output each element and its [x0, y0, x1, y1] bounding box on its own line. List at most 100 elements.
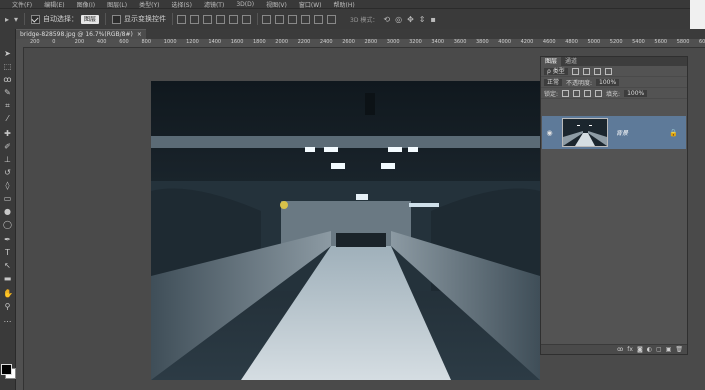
new-layer-icon[interactable]: ▣	[666, 346, 672, 353]
distribute-top-icon[interactable]	[262, 14, 272, 24]
vertical-ruler	[16, 47, 24, 390]
align-left-icon[interactable]	[216, 14, 226, 24]
ruler-tick-label: 2600	[342, 39, 355, 45]
ruler-tick-label: 5200	[609, 39, 623, 45]
type-tool-icon[interactable]: T	[3, 248, 12, 257]
blend-mode-select[interactable]: 正常	[544, 78, 563, 86]
ruler-tick-label: 3400	[431, 39, 445, 45]
fx-icon[interactable]: fx	[627, 346, 633, 353]
ruler-tick-label: 2400	[319, 39, 333, 45]
3d-slide-icon[interactable]: ⇕	[419, 15, 426, 24]
fill-input[interactable]: 100%	[624, 89, 648, 97]
type-filter-icon[interactable]	[593, 67, 601, 75]
3d-scale-icon[interactable]: ▪	[431, 15, 436, 24]
ruler-tick-label: 3200	[409, 39, 422, 45]
document-tab[interactable]: bridge-828598.jpg @ 16.7%(RGB/8#) ×	[16, 29, 146, 39]
distribute-left-icon[interactable]	[301, 14, 311, 24]
distribute-middle-icon[interactable]	[275, 14, 285, 24]
adjustment-filter-icon[interactable]	[582, 67, 590, 75]
brush-tool-icon[interactable]: ✐	[3, 142, 12, 151]
distribute-right-icon[interactable]	[327, 14, 337, 24]
blur-tool-icon[interactable]: ●	[3, 207, 12, 216]
adjustment-layer-icon[interactable]: ◐	[647, 346, 652, 353]
ruler-tick-label: 800	[141, 39, 152, 45]
ruler-tick-label: 5400	[632, 39, 645, 45]
rectangle-tool-icon[interactable]: ▬	[3, 274, 12, 283]
history-brush-tool-icon[interactable]: ↺	[3, 168, 12, 177]
distribute-bottom-icon[interactable]	[288, 14, 298, 24]
opacity-label: 不透明度:	[566, 79, 593, 87]
add-mask-icon[interactable]: ◙	[637, 346, 643, 353]
show-transform-option[interactable]: 显示变换控件	[112, 14, 166, 24]
quick-select-tool-icon[interactable]: ✎	[3, 88, 12, 97]
link-layers-icon[interactable]: ꝏ	[617, 346, 623, 353]
tab-layers[interactable]: 图层	[541, 57, 562, 66]
shape-filter-icon[interactable]	[604, 67, 612, 75]
new-group-icon[interactable]: ▢	[656, 346, 662, 353]
crop-tool-icon[interactable]: ⌗	[3, 101, 12, 110]
pixel-filter-icon[interactable]	[571, 67, 579, 75]
dodge-tool-icon[interactable]: ◯	[3, 220, 12, 229]
layers-panel-footer: ꝏ fx ◙ ◐ ▢ ▣ 🗑	[541, 344, 687, 354]
workspace-switcher-area	[690, 0, 705, 30]
lock-all-icon[interactable]	[595, 89, 603, 97]
3d-rotate-icon[interactable]: ⟲	[383, 15, 390, 24]
opacity-input[interactable]: 100%	[596, 78, 620, 86]
ruler-tick-label: 1600	[230, 39, 244, 45]
hand-tool-icon[interactable]: ✋	[3, 289, 13, 298]
healing-brush-tool-icon[interactable]: ✚	[3, 129, 12, 138]
delete-layer-icon[interactable]: 🗑	[675, 346, 683, 353]
distribute-center-icon[interactable]	[314, 14, 324, 24]
menu-item[interactable]: 3D(D)	[236, 1, 254, 8]
layer-item-background[interactable]: ◉ 背景 🔒	[542, 116, 686, 149]
move-tool-icon[interactable]: ▸	[5, 15, 9, 24]
lock-position-icon[interactable]	[584, 89, 592, 97]
gradient-tool-icon[interactable]: ▭	[3, 194, 12, 203]
horizontal-ruler: 200 0 200 400 600 800 1000 1200 1400 1600 1800 2000…	[16, 39, 705, 48]
auto-select-option[interactable]: 自动选择： 图层	[31, 14, 100, 24]
layer-lock-icon: 🔒	[669, 128, 678, 137]
lock-pixels-icon[interactable]	[573, 89, 581, 97]
tab-channels[interactable]: 通道	[561, 57, 581, 66]
align-top-icon[interactable]	[177, 14, 187, 24]
more-tools-icon[interactable]: …	[3, 315, 12, 324]
move-tool-icon[interactable]: ➤	[3, 49, 12, 58]
align-center-icon[interactable]	[229, 14, 239, 24]
ruler-tick-label: 200	[74, 39, 85, 45]
align-right-icon[interactable]	[242, 14, 252, 24]
eraser-tool-icon[interactable]: ◊	[3, 181, 12, 190]
visibility-eye-icon[interactable]: ◉	[545, 129, 554, 137]
tool-preset-dropdown-icon[interactable]: ▾	[14, 15, 18, 24]
zoom-tool-icon[interactable]: ⚲	[3, 302, 12, 311]
ruler-tick-label: 1800	[253, 39, 266, 45]
clone-stamp-tool-icon[interactable]: ⊥	[3, 155, 12, 164]
pen-tool-icon[interactable]: ✒	[3, 235, 12, 244]
eyedropper-tool-icon[interactable]: ⁄	[3, 114, 12, 123]
document-image[interactable]	[151, 81, 540, 380]
ruler-tick-label: 3800	[476, 39, 489, 45]
ruler-tick-label: 2000	[275, 39, 289, 45]
path-select-tool-icon[interactable]: ↖	[3, 261, 12, 270]
auto-select-label: 自动选择：	[43, 15, 79, 23]
ruler-tick-label: 0	[52, 39, 56, 45]
3d-pan-icon[interactable]: ✥	[407, 15, 414, 24]
marquee-tool-icon[interactable]: ⬚	[3, 62, 12, 71]
ruler-tick-label: 4000	[498, 39, 512, 45]
foreground-color-swatch[interactable]	[1, 364, 12, 375]
lasso-tool-icon[interactable]: ꝏ	[3, 75, 12, 84]
ruler-tick-label: 3000	[386, 39, 400, 45]
align-bottom-icon[interactable]	[203, 14, 213, 24]
menu-bar: 文件(F) 编辑(E) 图像(I) 图层(L) 类型(Y) 选择(S) 滤镜(T) 3D(D)…	[0, 0, 705, 9]
divider	[172, 13, 174, 25]
3d-roll-icon[interactable]: ◎	[395, 15, 402, 24]
ruler-tick-label: 6000	[699, 39, 705, 45]
layer-thumbnail	[562, 118, 608, 147]
auto-select-checkbox[interactable]	[31, 14, 41, 24]
auto-select-dropdown[interactable]: 图层	[81, 14, 100, 24]
close-tab-icon[interactable]: ×	[137, 30, 142, 39]
lock-transparency-icon[interactable]	[562, 89, 570, 97]
divider	[257, 13, 259, 25]
show-transform-checkbox[interactable]	[112, 14, 122, 24]
align-middle-icon[interactable]	[190, 14, 200, 24]
layer-kind-filter[interactable]: ρ 类型	[544, 67, 568, 75]
